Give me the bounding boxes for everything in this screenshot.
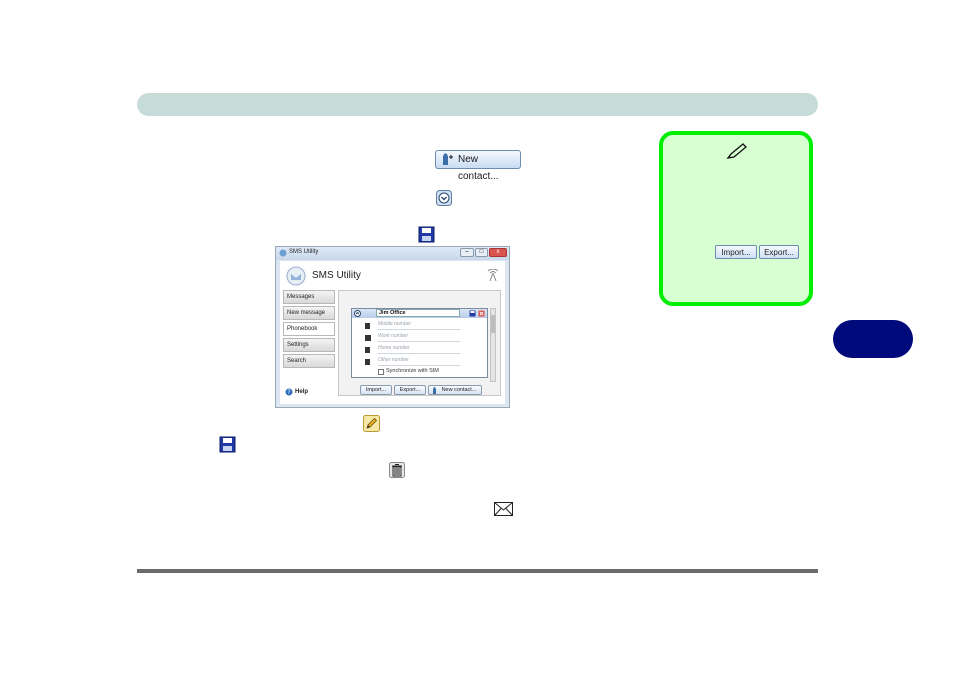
nav-settings[interactable]: Settings [283, 338, 335, 352]
app-new-contact-button[interactable]: New contact... [428, 385, 482, 395]
maximize-button[interactable]: □ [475, 248, 488, 257]
contact-editor: Jim Office Mobile number Work number Hom… [351, 308, 488, 378]
nav-phonebook-label: Phonebook [287, 326, 318, 332]
home-icon [365, 347, 370, 353]
app-export-label: Export... [399, 387, 421, 393]
app-import-label: Import... [365, 387, 387, 393]
save-icon-lower[interactable] [219, 436, 236, 453]
help-icon[interactable]: ? [285, 388, 293, 396]
sync-sim-label: Synchronize with SIM [386, 368, 439, 374]
edit-pencil-icon[interactable] [363, 415, 380, 432]
app-logo-icon [279, 249, 287, 257]
nav-settings-label: Settings [287, 342, 309, 348]
new-contact-label: New contact... [458, 154, 499, 182]
nav-messages[interactable]: Messages [283, 290, 335, 304]
other-number-input[interactable]: Other number [378, 356, 460, 366]
collapse-icon[interactable] [354, 310, 361, 317]
new-contact-button[interactable]: New contact... [435, 150, 521, 182]
note-import-button[interactable]: Import... [715, 245, 757, 259]
nav-messages-label: Messages [287, 294, 315, 300]
sms-utility-window: SMS Utility – □ x SMS Utility Messages N… [275, 246, 510, 408]
mobile-phone-icon [365, 323, 370, 329]
app-new-contact-label: New contact... [441, 387, 477, 393]
envelope-icon[interactable] [494, 502, 513, 516]
nav-new-message[interactable]: New message [283, 306, 335, 320]
chapter-tab [833, 320, 913, 358]
window-title: SMS Utility [289, 249, 319, 255]
expand-circle-icon[interactable] [436, 190, 452, 206]
phonebook-panel: Jim Office Mobile number Work number Hom… [338, 290, 501, 396]
minimize-button[interactable]: – [460, 248, 474, 257]
nav-search[interactable]: Search [283, 354, 335, 368]
save-icon[interactable] [418, 226, 435, 243]
trash-icon[interactable] [389, 462, 405, 478]
header-bar [137, 93, 818, 116]
scrollbar-thumb[interactable] [491, 315, 495, 333]
save-contact-icon[interactable] [469, 310, 476, 317]
note-export-button[interactable]: Export... [759, 245, 799, 259]
app-new-contact-icon [433, 387, 436, 394]
app-import-button[interactable]: Import... [360, 385, 392, 395]
sms-envelope-logo-icon [286, 266, 306, 286]
pen-icon [726, 143, 747, 159]
window-titlebar: SMS Utility – □ x [276, 247, 509, 260]
phonebook-scrollbar[interactable] [490, 308, 496, 382]
nav-new-message-label: New message [287, 310, 326, 316]
new-contact-icon [443, 153, 453, 165]
sync-sim-checkbox[interactable] [378, 369, 384, 375]
work-number-input[interactable]: Work number [378, 332, 460, 342]
contact-name-input[interactable]: Jim Office [376, 309, 460, 317]
app-title: SMS Utility [312, 270, 361, 281]
delete-contact-icon[interactable] [478, 310, 485, 317]
mobile-number-input[interactable]: Mobile number [378, 320, 460, 330]
nav-search-label: Search [287, 358, 307, 364]
note-import-label: Import... [721, 248, 751, 257]
help-link[interactable]: Help [295, 389, 308, 395]
signal-antenna-icon [487, 269, 499, 281]
footer-divider [137, 569, 818, 573]
svg-text:?: ? [287, 389, 290, 396]
close-window-button[interactable]: x [489, 248, 507, 257]
app-export-button[interactable]: Export... [394, 385, 426, 395]
nav-phonebook[interactable]: Phonebook [283, 322, 335, 336]
work-phone-icon [365, 335, 371, 341]
other-phone-icon [365, 359, 370, 365]
note-export-label: Export... [764, 248, 794, 257]
home-number-input[interactable]: Home number [378, 344, 460, 354]
window-body: SMS Utility Messages New message Phonebo… [280, 261, 505, 404]
